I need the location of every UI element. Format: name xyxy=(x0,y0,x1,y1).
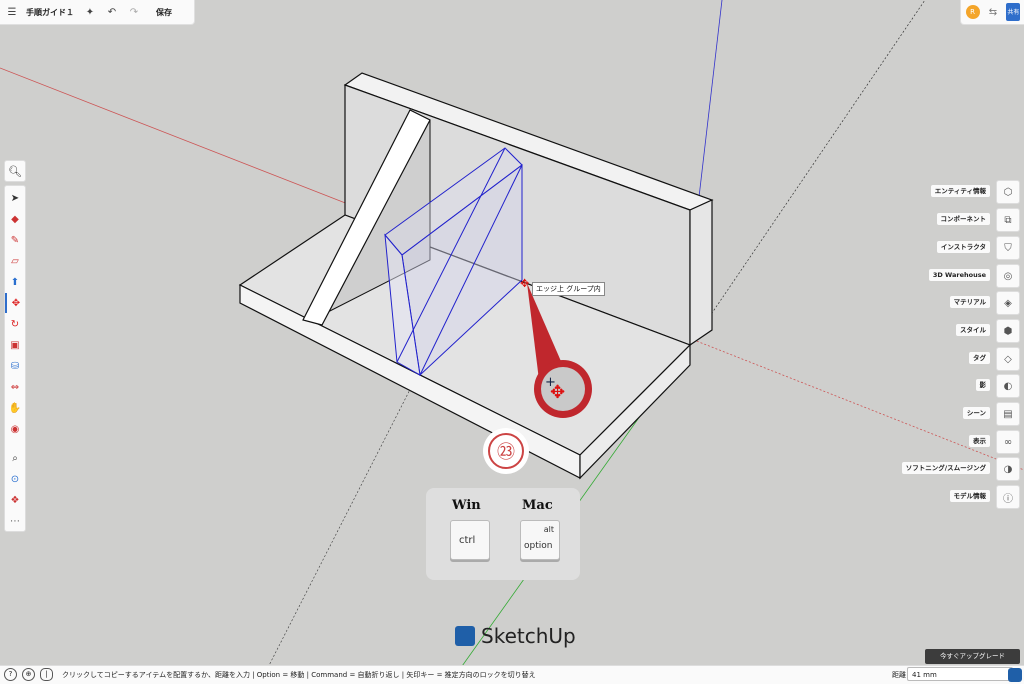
search-icon[interactable]: 🔍︎ xyxy=(4,160,26,182)
save-button[interactable]: 保存 xyxy=(156,7,172,18)
mouse-icon[interactable]: | xyxy=(40,668,53,681)
keyboard-hint-box: Win Mac ctrl alt option xyxy=(426,488,580,580)
shadows-icon[interactable]: ◐ xyxy=(996,374,1020,398)
warehouse-icon[interactable]: ◎ xyxy=(996,264,1020,288)
alt-key-label: alt xyxy=(543,525,554,534)
panel-label-display[interactable]: 表示 xyxy=(969,435,990,447)
undo-icon[interactable]: ↶ xyxy=(104,4,120,20)
scale-icon[interactable]: ⇔ xyxy=(5,377,25,397)
cursor-plus-icon: + xyxy=(545,375,556,390)
redo-icon[interactable]: ↷ xyxy=(126,4,142,20)
top-bar: ☰ 手順ガイド１ ✦ ↶ ↷ 保存 xyxy=(0,0,195,25)
panel-label-model-info[interactable]: モデル情報 xyxy=(949,490,990,502)
panel-label-materials[interactable]: マテリアル xyxy=(949,296,990,308)
sketchup-corner-icon[interactable] xyxy=(1008,668,1022,682)
cursor-small-icon: ✥ xyxy=(520,277,529,290)
panel-label-instructor[interactable]: インストラクタ xyxy=(936,241,990,253)
panel-label-soften[interactable]: ソフトニング/スムージング xyxy=(901,462,990,474)
walk-icon[interactable]: ❖ xyxy=(5,490,25,510)
panel-label-warehouse[interactable]: 3D Warehouse xyxy=(928,269,990,281)
rectangle-icon[interactable]: ▱ xyxy=(5,251,25,271)
sketchup-logo-text: SketchUp xyxy=(481,624,576,648)
panel-label-components[interactable]: コンポーネント xyxy=(936,213,990,225)
top-right-bar: R ⇆ 共有 xyxy=(960,0,1024,25)
green-axis-dotted-2 xyxy=(259,369,421,683)
panel-label-entity-info[interactable]: エンティティ情報 xyxy=(930,185,990,197)
model-title[interactable]: 手順ガイド１ xyxy=(26,7,74,18)
model-viewport[interactable]: ✥ + ✥ xyxy=(0,0,1024,683)
model-info-icon[interactable]: ⓘ xyxy=(996,485,1020,509)
scenes-icon[interactable]: ▤ xyxy=(996,402,1020,426)
orbit-icon[interactable]: ⊙ xyxy=(5,469,25,489)
option-key-label: option xyxy=(524,541,553,551)
panel-label-tags[interactable]: タグ xyxy=(969,352,990,364)
soften-icon[interactable]: ◑ xyxy=(996,457,1020,481)
mac-label: Mac xyxy=(522,498,553,513)
components-icon[interactable]: ⧉ xyxy=(996,208,1020,232)
offset-icon[interactable]: ▣ xyxy=(5,335,25,355)
ctrl-key-label: ctrl xyxy=(459,535,476,546)
tape-measure-icon[interactable]: ◉ xyxy=(5,419,25,439)
left-toolbar: ➤ ◆ ✎ ▱ ⬆ ✥ ↻ ▣ ⛁ ⇔ ✋ ◉ ⌕ ⊙ ❖ ⋯ xyxy=(4,185,26,532)
entity-info-icon[interactable]: ⬡ xyxy=(996,180,1020,204)
tags-icon[interactable]: ◇ xyxy=(996,347,1020,371)
green-axis-dotted xyxy=(679,0,926,361)
notifications-icon[interactable]: ⇆ xyxy=(989,7,997,18)
styles-icon[interactable]: ⬢ xyxy=(996,319,1020,343)
materials-icon[interactable]: ◈ xyxy=(996,291,1020,315)
distance-label: 距離 xyxy=(892,671,906,679)
win-label: Win xyxy=(452,498,481,513)
sparkle-ai-icon[interactable]: ✦ xyxy=(82,4,98,20)
inference-tooltip: エッジ上 グループ内 xyxy=(532,282,605,296)
move-icon[interactable]: ✥ xyxy=(5,293,25,313)
upgrade-button[interactable]: 今すぐアップグレード xyxy=(925,649,1020,664)
sketchup-logo-icon xyxy=(455,626,475,646)
status-bar: ? ⊕ | クリックしてコピーするアイテムを配置するか、距離を入力 | Opti… xyxy=(0,665,1024,684)
panel-label-shadows[interactable]: 影 xyxy=(975,379,990,391)
share-button[interactable]: 共有 xyxy=(1006,3,1021,21)
user-avatar[interactable]: R xyxy=(965,5,980,19)
help-icon[interactable]: ? xyxy=(4,668,17,681)
share-label: 共有 xyxy=(1007,8,1020,16)
globe-icon[interactable]: ⊕ xyxy=(22,668,35,681)
instructor-icon[interactable]: ⛉ xyxy=(996,236,1020,260)
panel-label-styles[interactable]: スタイル xyxy=(956,324,990,336)
follow-me-icon[interactable]: ✋ xyxy=(5,398,25,418)
status-hint: クリックしてコピーするアイテムを配置するか、距離を入力 | Option = 移… xyxy=(62,671,536,679)
sketchup-logo: SketchUp xyxy=(455,624,576,648)
step-badge: ㉓ xyxy=(483,428,529,474)
paint-bucket-icon[interactable]: ⛁ xyxy=(5,356,25,376)
select-icon[interactable]: ➤ xyxy=(5,188,25,208)
eraser-icon[interactable]: ◆ xyxy=(5,209,25,229)
back-wall-side xyxy=(689,199,713,347)
step-number: ㉓ xyxy=(488,433,524,469)
option-key: alt option xyxy=(520,520,560,560)
pencil-icon[interactable]: ✎ xyxy=(5,230,25,250)
ctrl-key: ctrl xyxy=(450,520,490,560)
display-icon[interactable]: ∞ xyxy=(996,430,1020,454)
push-pull-icon[interactable]: ⬆ xyxy=(5,272,25,292)
distance-input[interactable]: 41 mm xyxy=(907,667,1013,681)
menu-icon[interactable]: ☰ xyxy=(4,4,20,20)
panel-label-scenes[interactable]: シーン xyxy=(962,407,990,419)
rotate-icon[interactable]: ↻ xyxy=(5,314,25,334)
more-icon[interactable]: ⋯ xyxy=(5,511,25,531)
zoom-icon[interactable]: ⌕ xyxy=(5,448,25,468)
